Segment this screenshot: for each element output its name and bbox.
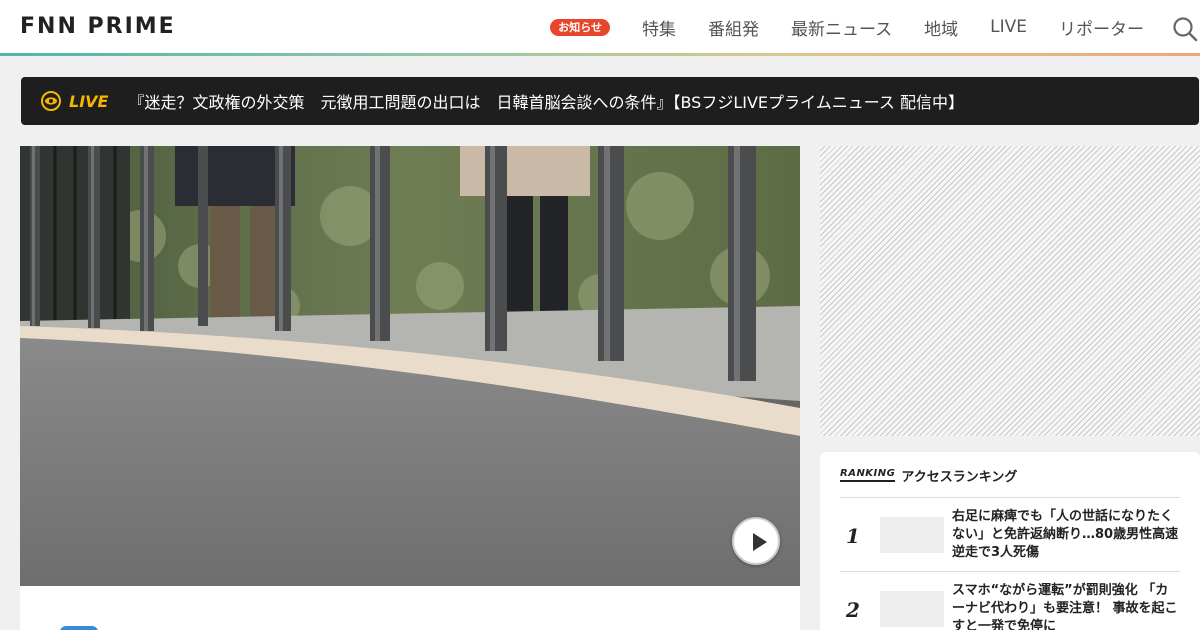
live-banner[interactable]: LIVE 『迷走？文政権の外交策 元徴用工問題の出口は 日韓首脳会談への条件』【… [21,77,1199,125]
search-icon[interactable] [1172,16,1198,42]
ad-placeholder [820,146,1200,436]
header-accent-line [0,53,1200,56]
site-header: FNN PRIME お知らせ 特集 番組発 最新ニュース 地域 LIVE リポー… [0,0,1200,54]
article-category-tag[interactable] [60,626,98,630]
live-eye-icon [41,91,61,111]
play-button[interactable] [732,517,780,565]
nav-item-live[interactable]: LIVE [990,17,1027,37]
ranking-item-2[interactable]: 2 スマホ“ながら運転”が罰則強化 「カーナビ代わり」も要注意！ 事故を起こすと… [840,571,1180,630]
ranking-label-en: RANKING [840,469,896,482]
nav-item-programs[interactable]: 番組発 [708,15,759,40]
news-badge[interactable]: お知らせ [550,18,610,36]
live-title[interactable]: 『迷走？文政権の外交策 元徴用工問題の出口は 日韓首脳会談への条件』【BSフジL… [128,89,964,113]
article-card [20,586,800,630]
ranking-label-ja: アクセスランキング [901,470,1018,485]
logo-text: FNN PRIME [20,14,176,39]
nav-item-features[interactable]: 特集 [642,15,676,40]
ranking-header: RANKING アクセスランキング [840,466,1017,485]
rank-title: スマホ“ながら運転”が罰則強化 「カーナビ代わり」も要注意！ 事故を起こすと一発… [952,583,1178,630]
ranking-item-1[interactable]: 1 右足に麻痺でも「人の世話になりたくない」と免許返納断り…80歳男性高速逆走で… [840,497,1180,571]
main-nav: お知らせ 特集 番組発 最新ニュース 地域 LIVE リポーター [550,0,1144,54]
hero-image[interactable] [20,146,800,586]
ranking-panel: RANKING アクセスランキング 1 右足に麻痺でも「人の世話になりたくない」… [820,452,1200,630]
rank-thumbnail [880,517,944,553]
live-label: LIVE [69,91,109,111]
nav-item-region[interactable]: 地域 [924,15,958,40]
site-logo[interactable]: FNN PRIME [20,16,176,38]
nav-item-reporter[interactable]: リポーター [1059,15,1144,40]
rank-number: 1 [846,524,860,548]
rank-thumbnail [880,591,944,627]
rank-number: 2 [846,598,860,622]
street-photo [20,146,800,586]
rank-title: 右足に麻痺でも「人の世話になりたくない」と免許返納断り…80歳男性高速逆走で3人… [952,509,1179,560]
nav-item-latest-news[interactable]: 最新ニュース [791,15,892,40]
